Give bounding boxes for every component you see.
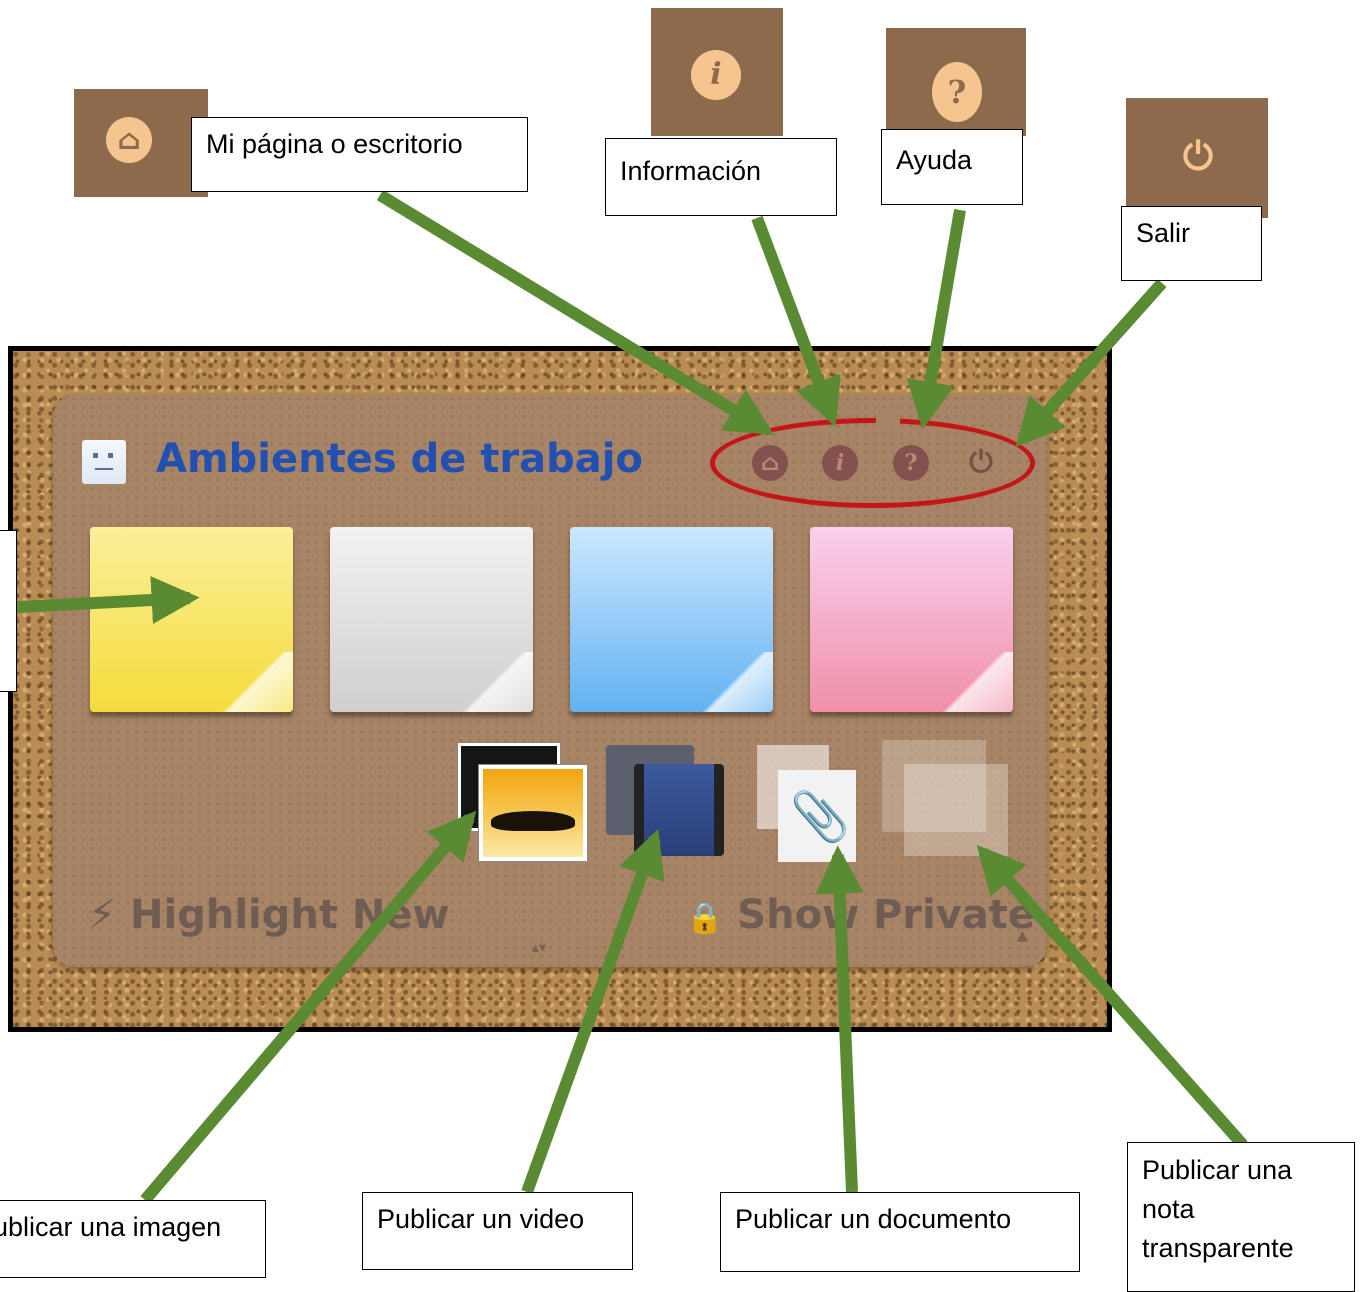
callout-video: Publicar un video (362, 1192, 633, 1270)
callout-left-partial (0, 530, 17, 692)
callout-transparent: Publicar una nota transparente (1127, 1142, 1355, 1292)
callout-info: Información (605, 138, 837, 216)
callout-document: Publicar un documento (720, 1192, 1080, 1272)
callout-exit: Salir (1121, 206, 1262, 281)
callout-help: Ayuda (881, 129, 1023, 205)
callout-image: Publicar una imagen (0, 1200, 266, 1278)
callout-home: Mi página o escritorio (191, 117, 528, 192)
